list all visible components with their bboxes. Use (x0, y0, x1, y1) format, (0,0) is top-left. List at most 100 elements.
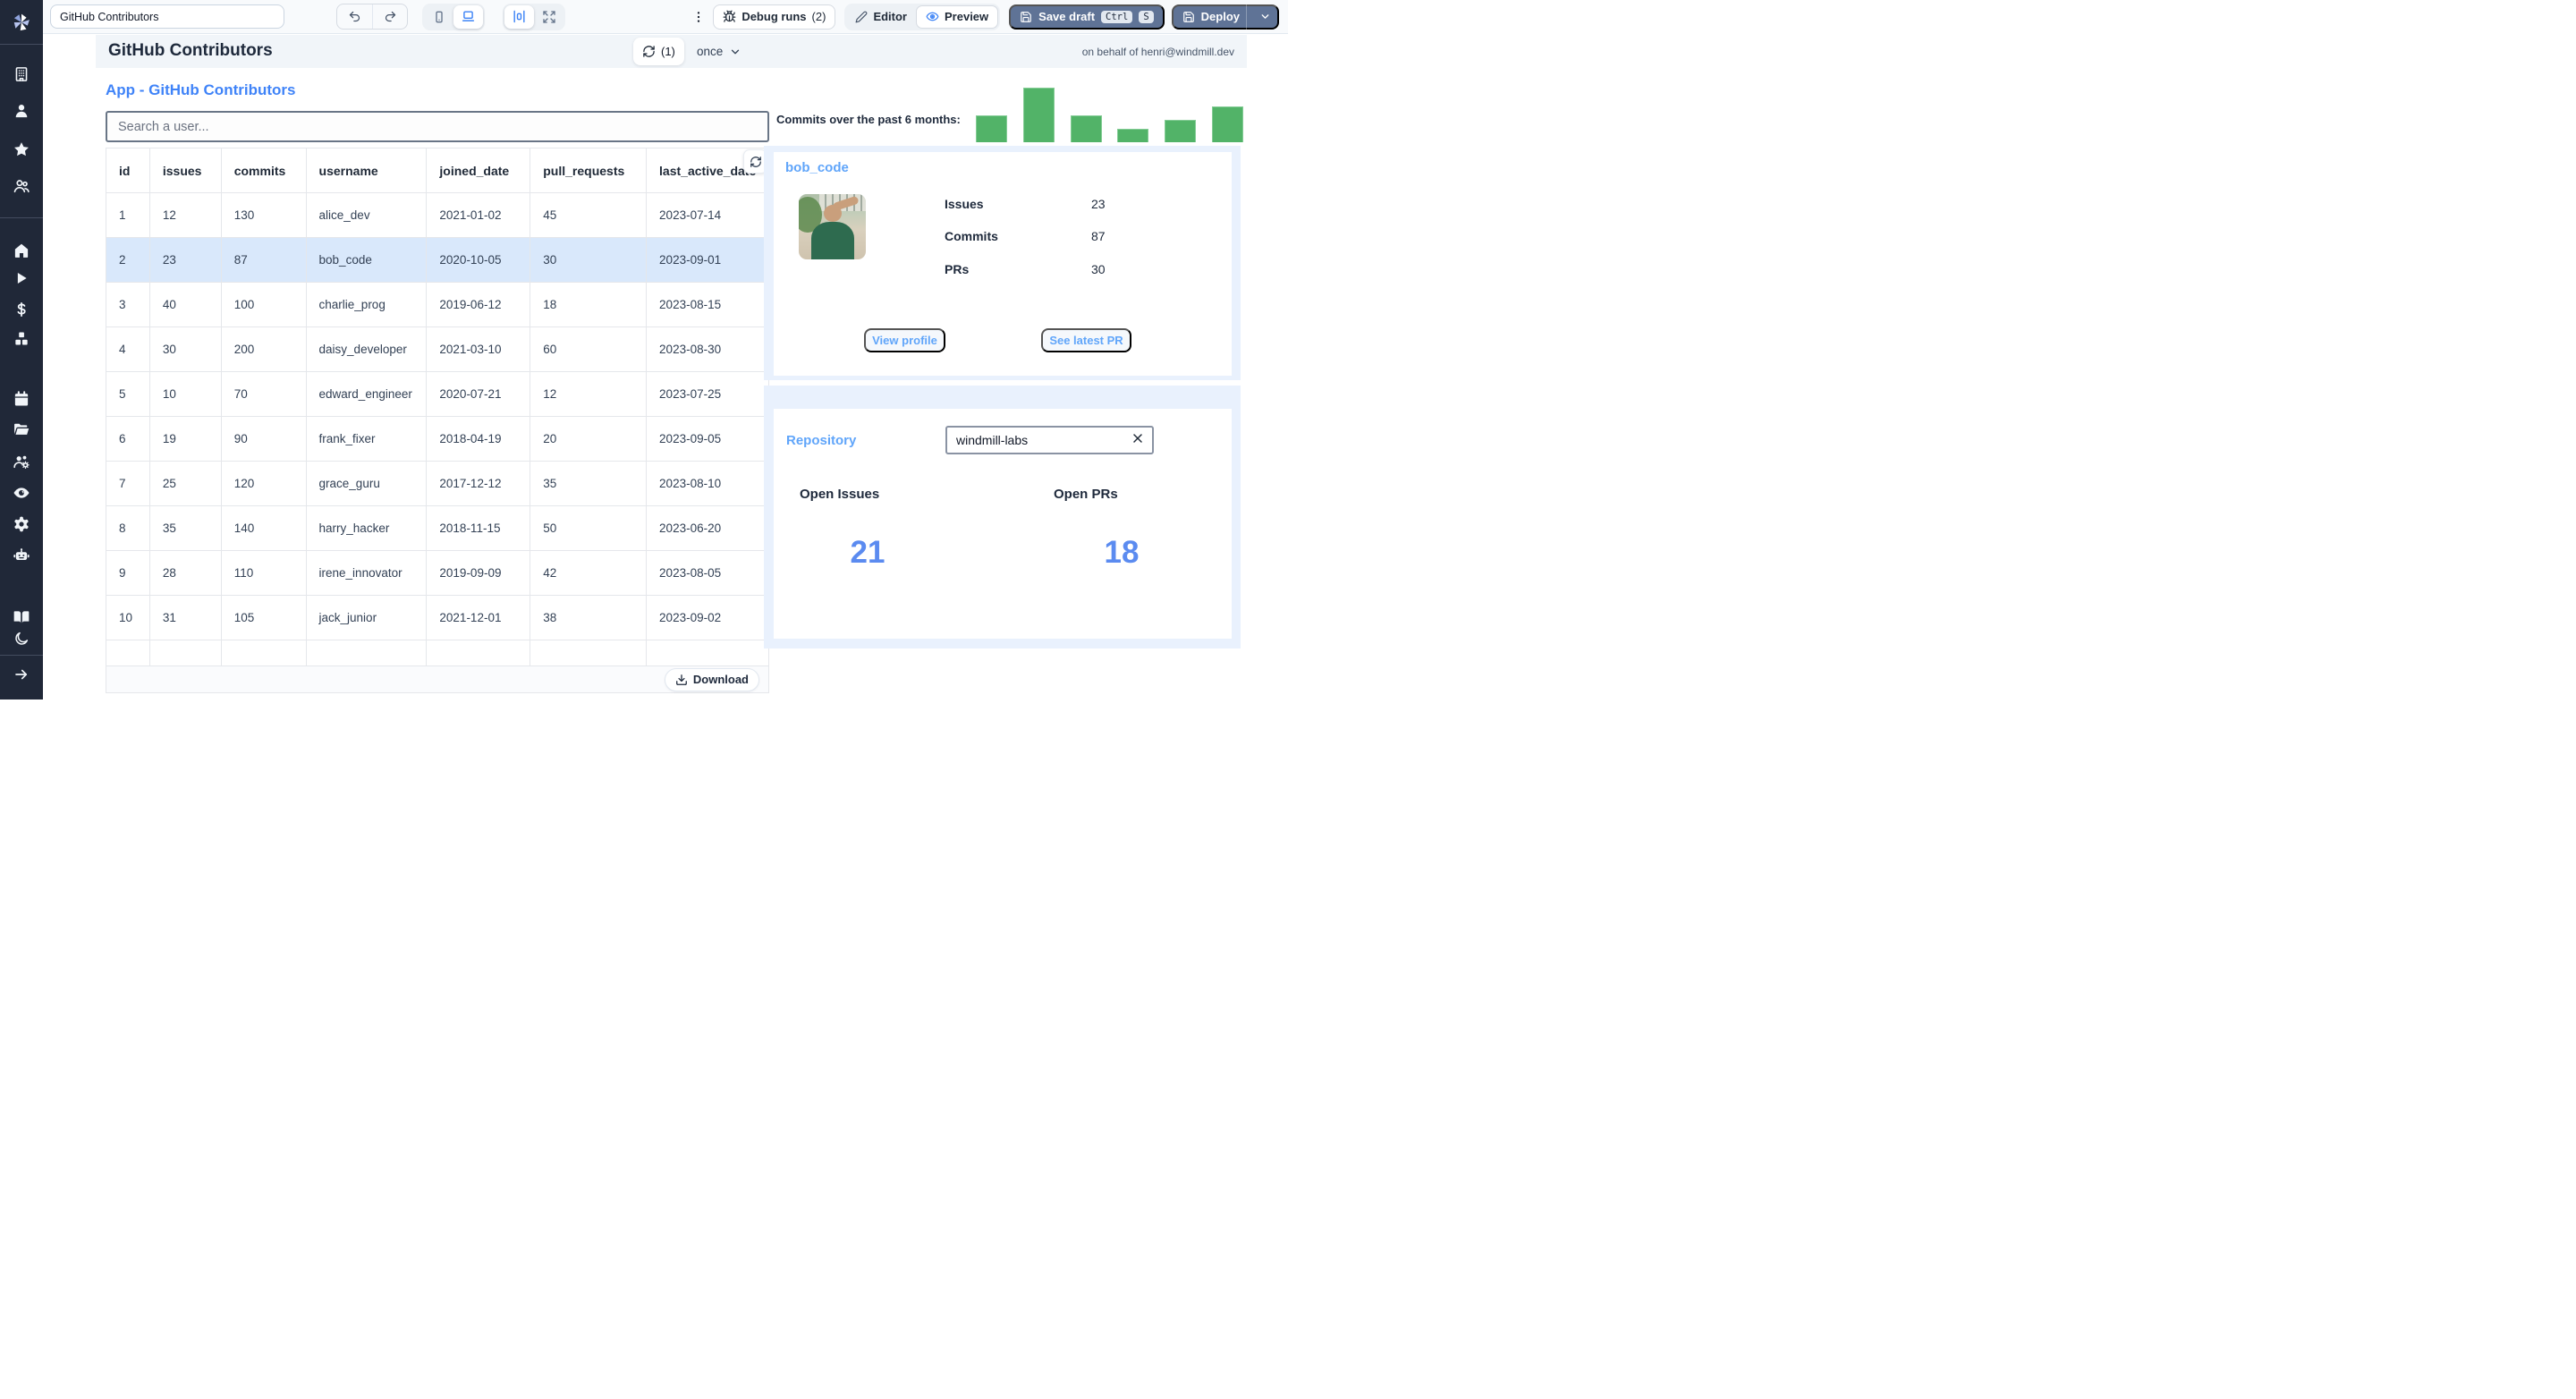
table-cell[interactable]: 87 (220, 237, 307, 283)
table-cell[interactable]: harry_hacker (305, 505, 428, 551)
table-cell[interactable]: 23 (148, 237, 222, 283)
table-cell[interactable]: edward_engineer (305, 371, 428, 417)
table-cell[interactable]: 130 (220, 192, 307, 238)
table-cell[interactable]: 2019-09-09 (426, 550, 531, 596)
table-cell[interactable]: 1 (106, 192, 150, 238)
table-cell[interactable]: 25 (148, 461, 222, 506)
table-cell[interactable]: frank_fixer (305, 416, 428, 462)
table-row[interactable]: 6 19 90 frank_fixer 2018-04-19 20 2023-09-05 (106, 416, 769, 462)
table-cell[interactable]: 12 (148, 192, 222, 238)
users-group-icon[interactable] (13, 177, 30, 195)
table-cell[interactable]: 7 (106, 461, 150, 506)
table-cell[interactable]: 3 (106, 282, 150, 327)
table-row[interactable]: 3 40 100 charlie_prog 2019-06-12 18 2023-08-15 (106, 282, 769, 327)
search-input[interactable] (106, 111, 769, 142)
table-cell[interactable]: charlie_prog (305, 282, 428, 327)
table-cell[interactable]: 2023-09-01 (646, 237, 769, 283)
table-cell[interactable]: 10 (106, 595, 150, 640)
table-cell[interactable]: 8 (106, 505, 150, 551)
fullscreen-button[interactable] (534, 5, 564, 29)
table-cell[interactable]: 20 (530, 416, 648, 462)
table-cell[interactable]: 60 (530, 326, 648, 372)
home-icon[interactable] (13, 242, 30, 259)
table-cell[interactable]: 2023-08-05 (646, 550, 769, 596)
table-cell[interactable]: 90 (220, 416, 307, 462)
table-cell[interactable]: 42 (530, 550, 648, 596)
table-cell[interactable]: 35 (530, 461, 648, 506)
table-cell[interactable]: 12 (530, 371, 648, 417)
table-cell[interactable]: 45 (530, 192, 648, 238)
mobile-view-button[interactable] (424, 5, 453, 29)
debug-runs-button[interactable]: Debug runs (2) (713, 4, 836, 30)
table-row[interactable]: 7 25 120 grace_guru 2017-12-12 35 2023-08-10 (106, 461, 769, 506)
table-cell[interactable]: 35 (148, 505, 222, 551)
table-cell[interactable]: 2023-07-25 (646, 371, 769, 417)
table-cell[interactable]: grace_guru (305, 461, 428, 506)
clear-input-button[interactable] (1131, 431, 1145, 445)
table-cell[interactable]: 2021-12-01 (426, 595, 531, 640)
robot-icon[interactable] (13, 547, 30, 564)
table-cell[interactable]: 2019-06-12 (426, 282, 531, 327)
deploy-button[interactable]: Deploy (1171, 4, 1279, 30)
table-row[interactable]: 5 10 70 edward_engineer 2020-07-21 12 2023-07-… (106, 371, 769, 417)
table-cell[interactable]: 18 (530, 282, 648, 327)
table-cell[interactable]: 2018-11-15 (426, 505, 531, 551)
table-cell[interactable]: 38 (530, 595, 648, 640)
users-gear-icon[interactable] (13, 453, 30, 471)
editor-tab[interactable]: Editor (846, 5, 916, 29)
table-cell[interactable]: alice_dev (305, 192, 428, 238)
see-latest-pr-button[interactable]: See latest PR (1041, 328, 1131, 352)
preview-tab[interactable]: Preview (916, 4, 999, 29)
table-cell[interactable]: 9 (106, 550, 150, 596)
table-cell[interactable]: 50 (530, 505, 648, 551)
table-cell[interactable]: 4 (106, 326, 150, 372)
table-row[interactable]: 4 30 200 daisy_developer 2021-03-10 60 2023-08… (106, 326, 769, 372)
table-cell[interactable]: 105 (220, 595, 307, 640)
table-cell[interactable]: jack_junior (305, 595, 428, 640)
center-align-button[interactable] (504, 4, 534, 29)
table-cell[interactable]: 2023-08-10 (646, 461, 769, 506)
desktop-view-button[interactable] (453, 4, 483, 29)
table-cell[interactable]: 2 (106, 237, 150, 283)
table-cell[interactable]: 2020-10-05 (426, 237, 531, 283)
table-cell[interactable]: 2023-09-02 (646, 595, 769, 640)
table-row[interactable]: 8 35 140 harry_hacker 2018-11-15 50 2023-06-20 (106, 505, 769, 551)
windmill-logo-icon[interactable] (11, 12, 32, 33)
eye-icon[interactable] (13, 484, 30, 502)
more-options-button[interactable] (690, 10, 708, 24)
table-row[interactable]: 1 12 130 alice_dev 2021-01-02 45 2023-07-14 (106, 192, 769, 238)
schedule-dropdown[interactable]: once (697, 35, 741, 68)
star-icon[interactable] (13, 141, 30, 158)
table-cell[interactable]: 110 (220, 550, 307, 596)
table-cell[interactable]: 2021-03-10 (426, 326, 531, 372)
deploy-dropdown-button[interactable] (1253, 4, 1277, 30)
table-cell[interactable]: 31 (148, 595, 222, 640)
redo-button[interactable] (372, 4, 407, 29)
book-open-icon[interactable] (13, 608, 30, 626)
undo-button[interactable] (337, 4, 372, 29)
table-row[interactable]: 10 31 105 jack_junior 2021-12-01 38 2023-09-02 (106, 595, 769, 640)
table-cell[interactable]: 40 (148, 282, 222, 327)
view-profile-button[interactable]: View profile (864, 328, 945, 352)
table-cell[interactable]: 140 (220, 505, 307, 551)
app-refresh-button[interactable]: (1) (633, 38, 684, 65)
table-cell[interactable]: 70 (220, 371, 307, 417)
table-cell[interactable]: 6 (106, 416, 150, 462)
table-cell[interactable]: 28 (148, 550, 222, 596)
save-draft-button[interactable]: Save draft Ctrl S (1009, 4, 1165, 30)
gear-icon[interactable] (13, 515, 30, 533)
repository-input[interactable] (947, 433, 1117, 447)
folder-open-icon[interactable] (13, 420, 30, 438)
table-cell[interactable]: 5 (106, 371, 150, 417)
table-row[interactable]: 9 28 110 irene_innovator 2019-09-09 42 2023-08… (106, 550, 769, 596)
table-cell[interactable]: 30 (530, 237, 648, 283)
dollar-icon[interactable] (13, 301, 30, 318)
table-cell[interactable]: irene_innovator (305, 550, 428, 596)
user-icon[interactable] (13, 103, 30, 120)
play-icon[interactable] (13, 270, 30, 286)
table-cell[interactable]: bob_code (305, 237, 428, 283)
table-row[interactable]: 2 23 87 bob_code 2020-10-05 30 2023-09-01 (106, 237, 769, 283)
table-cell[interactable]: 19 (148, 416, 222, 462)
table-cell[interactable]: 2023-08-30 (646, 326, 769, 372)
building-icon[interactable] (13, 66, 30, 83)
